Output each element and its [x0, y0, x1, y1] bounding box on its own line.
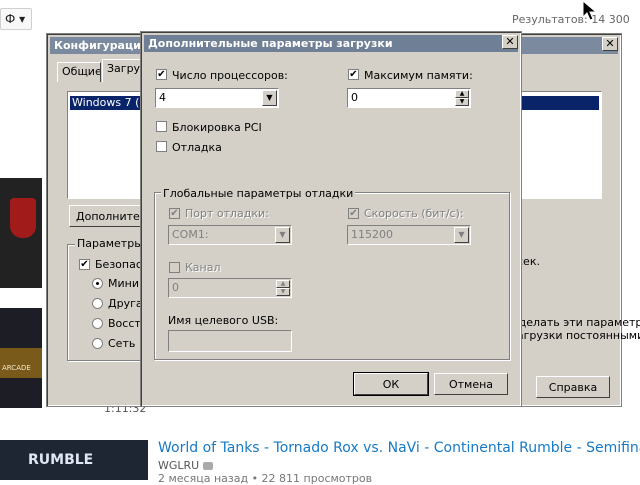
num-processors-label: Число процессоров:: [172, 69, 288, 82]
channel-stepper[interactable]: 0 ▲ ▼: [168, 278, 292, 298]
chevron-down-icon[interactable]: ▼: [262, 90, 277, 106]
radio-network-label: Сеть: [108, 337, 136, 350]
debug-port-dropdown[interactable]: COM1: ▼: [168, 225, 292, 245]
spin-up-icon[interactable]: ▲: [455, 90, 469, 98]
video-title-link[interactable]: World of Tanks - Tornado Rox vs. NaVi - …: [158, 440, 640, 456]
spin-down-icon[interactable]: ▼: [276, 288, 290, 296]
max-memory-value: 0: [351, 91, 358, 104]
help-button[interactable]: Справка: [536, 376, 610, 398]
num-processors-checkbox[interactable]: ✔: [156, 69, 167, 80]
results-count: Результатов: 14 300: [512, 13, 630, 26]
filter-button[interactable]: Ф ▾: [0, 8, 32, 30]
tab-label: Общие: [62, 65, 101, 78]
radio-minimal[interactable]: [92, 278, 103, 289]
ok-button[interactable]: ОК: [353, 372, 429, 396]
button-label: Отмена: [448, 378, 494, 391]
button-label: Справка: [548, 381, 598, 394]
video-meta: 2 месяца назад • 22 811 просмотров: [158, 472, 373, 485]
channel-name: WGLRU: [158, 459, 200, 472]
radio-ad-repair[interactable]: [92, 318, 103, 329]
chevron-down-icon[interactable]: ▼: [454, 227, 469, 243]
chevron-down-icon[interactable]: ▼: [275, 227, 290, 243]
channel-spin[interactable]: ▲ ▼: [276, 280, 290, 296]
spin-up-icon[interactable]: ▲: [276, 280, 290, 288]
global-debug-title: Глобальные параметры отладки: [161, 187, 356, 200]
baud-rate-dropdown[interactable]: 115200 ▼: [347, 225, 471, 245]
channel-value: 0: [172, 281, 179, 294]
config-close-button[interactable]: ✕: [602, 37, 618, 51]
max-memory-spin[interactable]: ▲ ▼: [455, 90, 469, 106]
persist-text-line2: загрузки постоянными: [511, 329, 640, 342]
thumbnail-caption: RUMBLE: [28, 452, 94, 468]
cancel-button[interactable]: Отмена: [434, 373, 508, 395]
video-channel-link[interactable]: WGLRU: [158, 459, 214, 472]
debug-checkbox[interactable]: [156, 141, 167, 152]
debug-label: Отладка: [172, 141, 222, 154]
check-icon: ✔: [157, 69, 166, 80]
team-emblem-icon: [10, 198, 36, 238]
thumbnail-caption: ARCADE: [2, 364, 31, 372]
video-thumbnail-2[interactable]: ARCADE: [0, 308, 42, 408]
check-icon: ✔: [349, 208, 358, 219]
channel-label: Канал: [185, 261, 221, 274]
tab-general[interactable]: Общие: [57, 62, 101, 82]
pci-lock-label: Блокировка PCI: [172, 121, 262, 134]
channel-checkbox[interactable]: [169, 262, 180, 273]
mouse-cursor-icon: [582, 0, 598, 21]
close-icon: ✕: [605, 37, 615, 50]
advanced-title: Дополнительные параметры загрузки: [148, 37, 393, 50]
usb-target-label: Имя целевого USB:: [168, 314, 279, 327]
advanced-boot-options-dialog: Дополнительные параметры загрузки ✕ ✔ Чи…: [140, 31, 522, 407]
debug-port-label: Порт отладки:: [185, 207, 269, 220]
pci-lock-checkbox[interactable]: [156, 121, 167, 132]
max-memory-stepper[interactable]: 0 ▲ ▼: [347, 88, 471, 108]
advanced-titlebar[interactable]: Дополнительные параметры загрузки: [144, 35, 518, 52]
check-icon: ✔: [80, 259, 89, 270]
baud-rate-value: 115200: [351, 228, 393, 241]
radio-alternate-shell[interactable]: [92, 298, 103, 309]
video-thumbnail-1[interactable]: [0, 178, 42, 288]
check-icon: ✔: [349, 69, 358, 80]
persist-text-line1: Сделать эти параметры: [511, 316, 640, 329]
radio-network[interactable]: [92, 338, 103, 349]
debug-port-value: COM1:: [172, 228, 209, 241]
advanced-close-button[interactable]: ✕: [502, 35, 518, 49]
baud-rate-checkbox[interactable]: ✔: [348, 208, 359, 219]
usb-target-field[interactable]: [168, 330, 292, 352]
spin-down-icon[interactable]: ▼: [455, 98, 469, 106]
debug-port-checkbox[interactable]: ✔: [169, 208, 180, 219]
num-processors-dropdown[interactable]: 4 ▼: [155, 88, 279, 108]
video-thumbnail-3[interactable]: RUMBLE: [0, 440, 148, 480]
filter-label: Ф: [5, 12, 16, 26]
safe-boot-checkbox[interactable]: ✔: [79, 259, 90, 270]
verified-icon: [203, 462, 214, 470]
max-memory-label: Максимум памяти:: [364, 69, 473, 82]
close-icon: ✕: [505, 35, 515, 48]
check-icon: ✔: [170, 208, 179, 219]
max-memory-checkbox[interactable]: ✔: [348, 69, 359, 80]
button-label: ОК: [382, 378, 400, 391]
num-processors-value: 4: [159, 91, 166, 104]
baud-rate-label: Скорость (бит/с):: [364, 207, 464, 220]
